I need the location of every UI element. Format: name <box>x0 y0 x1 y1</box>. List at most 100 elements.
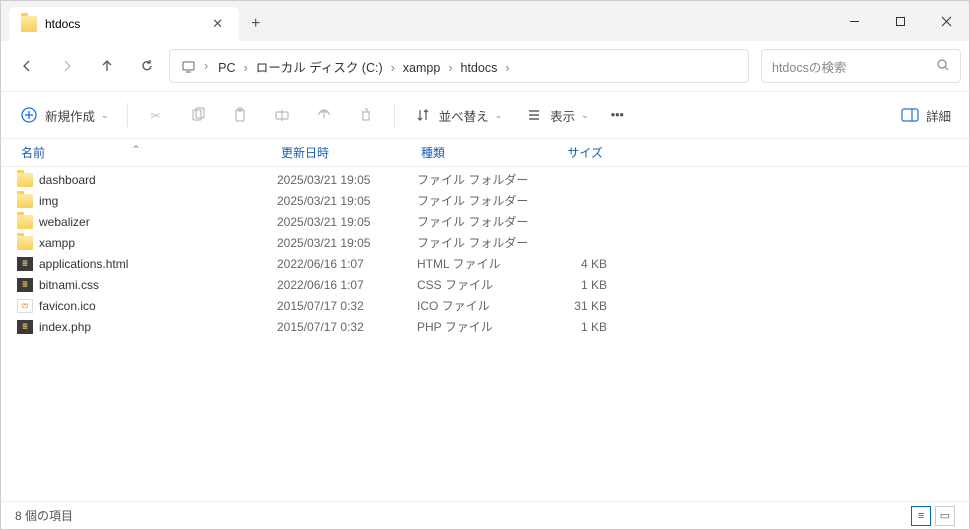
refresh-button[interactable] <box>129 48 165 84</box>
share-icon <box>314 105 334 125</box>
breadcrumb-item[interactable]: xampp <box>397 57 447 79</box>
address-bar[interactable]: › PC›ローカル ディスク (C:)›xampp›htdocs› <box>169 49 749 83</box>
forward-button[interactable] <box>49 48 85 84</box>
file-date: 2022/06/16 1:07 <box>277 257 417 271</box>
details-view-button[interactable]: ≡ <box>911 506 931 526</box>
breadcrumb-item[interactable]: ローカル ディスク (C:) <box>250 57 389 79</box>
file-type: PHP ファイル <box>417 318 537 335</box>
chevron-down-icon: ⌄ <box>495 110 503 121</box>
code-file-icon: ≡ <box>17 278 33 292</box>
file-date: 2025/03/21 19:05 <box>277 215 417 229</box>
tab[interactable]: htdocs ✕ <box>9 7 239 41</box>
file-name: favicon.ico <box>39 299 96 313</box>
chevron-right-icon[interactable]: › <box>446 61 454 75</box>
thumbnails-view-button[interactable]: ▭ <box>935 506 955 526</box>
navbar: › PC›ローカル ディスク (C:)›xampp›htdocs› htdocs… <box>1 41 969 91</box>
file-date: 2015/07/17 0:32 <box>277 299 417 313</box>
folder-icon <box>17 215 33 229</box>
tab-close-button[interactable]: ✕ <box>206 14 229 34</box>
file-type: ICO ファイル <box>417 297 537 314</box>
file-type: HTML ファイル <box>417 255 537 272</box>
file-date: 2025/03/21 19:05 <box>277 194 417 208</box>
rename-button[interactable] <box>264 99 300 131</box>
search-input[interactable]: htdocsの検索 <box>761 49 961 83</box>
window-controls <box>831 1 969 41</box>
copy-icon <box>188 105 208 125</box>
breadcrumb-item[interactable]: PC <box>212 57 241 79</box>
file-name: index.php <box>39 320 91 334</box>
file-row[interactable]: dashboard 2025/03/21 19:05ファイル フォルダー <box>1 169 969 190</box>
file-row[interactable]: webalizer 2025/03/21 19:05ファイル フォルダー <box>1 211 969 232</box>
ico-file-icon: ෆ <box>17 299 33 313</box>
column-date[interactable]: 更新日時 <box>277 144 417 161</box>
view-button[interactable]: 表示 ⌄ <box>516 99 597 131</box>
pc-icon <box>176 54 200 78</box>
chevron-right-icon[interactable]: › <box>503 61 511 75</box>
new-tab-button[interactable]: + <box>239 7 272 41</box>
rename-icon <box>272 105 292 125</box>
cut-button[interactable]: ✂ <box>138 99 174 131</box>
chevron-right-icon[interactable]: › <box>202 59 210 73</box>
column-size[interactable]: サイズ <box>537 144 607 161</box>
share-button[interactable] <box>306 99 342 131</box>
cut-icon: ✂ <box>146 105 166 125</box>
file-row[interactable]: ≡applications.html2022/06/16 1:07HTML ファ… <box>1 253 969 274</box>
status-bar: 8 個の項目 ≡ ▭ <box>1 501 969 529</box>
minimize-button[interactable] <box>831 1 877 41</box>
breadcrumb-item[interactable]: htdocs <box>455 57 504 79</box>
paste-button[interactable] <box>222 99 258 131</box>
column-name[interactable]: 名前 <box>17 144 277 161</box>
separator <box>127 103 128 127</box>
search-placeholder: htdocsの検索 <box>772 57 936 76</box>
sort-button[interactable]: 並べ替え ⌄ <box>405 99 511 131</box>
file-date: 2025/03/21 19:05 <box>277 173 417 187</box>
file-name: webalizer <box>39 215 90 229</box>
file-type: ファイル フォルダー <box>417 213 537 230</box>
details-icon <box>900 105 920 125</box>
file-name: dashboard <box>39 173 96 187</box>
status-text: 8 個の項目 <box>15 507 73 524</box>
search-icon <box>936 58 950 75</box>
file-size: 1 KB <box>537 278 607 292</box>
more-button[interactable]: ••• <box>603 102 632 128</box>
file-list: dashboard2025/03/21 19:05ファイル フォルダーimg20… <box>1 167 969 501</box>
chevron-right-icon[interactable]: › <box>389 61 397 75</box>
file-row[interactable]: xampp2025/03/21 19:05ファイル フォルダー <box>1 232 969 253</box>
plus-circle-icon <box>19 105 39 125</box>
back-button[interactable] <box>9 48 45 84</box>
maximize-button[interactable] <box>877 1 923 41</box>
file-row[interactable]: img2025/03/21 19:05ファイル フォルダー <box>1 190 969 211</box>
chevron-right-icon[interactable]: › <box>242 61 250 75</box>
new-button[interactable]: 新規作成 ⌄ <box>11 99 117 131</box>
column-headers: 名前 ⌃ 更新日時 種類 サイズ <box>1 139 969 167</box>
trash-icon <box>356 105 376 125</box>
file-row[interactable]: ≡index.php2015/07/17 0:32PHP ファイル1 KB <box>1 316 969 337</box>
tab-title: htdocs <box>45 17 80 31</box>
file-size: 4 KB <box>537 257 607 271</box>
file-type: ファイル フォルダー <box>417 234 537 251</box>
file-type: ファイル フォルダー <box>417 171 537 188</box>
file-name: applications.html <box>39 257 128 271</box>
sort-indicator-icon: ⌃ <box>131 143 141 157</box>
chevron-down-icon: ⌄ <box>581 110 589 121</box>
details-pane-button[interactable]: 詳細 <box>892 99 959 131</box>
file-date: 2015/07/17 0:32 <box>277 320 417 334</box>
view-icon <box>524 105 544 125</box>
titlebar: htdocs ✕ + <box>1 1 969 41</box>
copy-button[interactable] <box>180 99 216 131</box>
folder-icon <box>17 173 33 187</box>
column-type[interactable]: 種類 <box>417 144 537 161</box>
folder-icon <box>17 236 33 250</box>
file-row[interactable]: ෆ favicon.ico 2015/07/17 0:32ICO ファイル31 KB <box>1 295 969 316</box>
up-button[interactable] <box>89 48 125 84</box>
folder-icon <box>17 194 33 208</box>
delete-button[interactable] <box>348 99 384 131</box>
file-size: 31 KB <box>537 299 607 313</box>
separator <box>394 103 395 127</box>
file-row[interactable]: ≡bitnami.css2022/06/16 1:07CSS ファイル1 KB <box>1 274 969 295</box>
file-date: 2025/03/21 19:05 <box>277 236 417 250</box>
file-size: 1 KB <box>537 320 607 334</box>
folder-icon <box>21 16 37 32</box>
close-button[interactable] <box>923 1 969 41</box>
file-name: bitnami.css <box>39 278 99 292</box>
